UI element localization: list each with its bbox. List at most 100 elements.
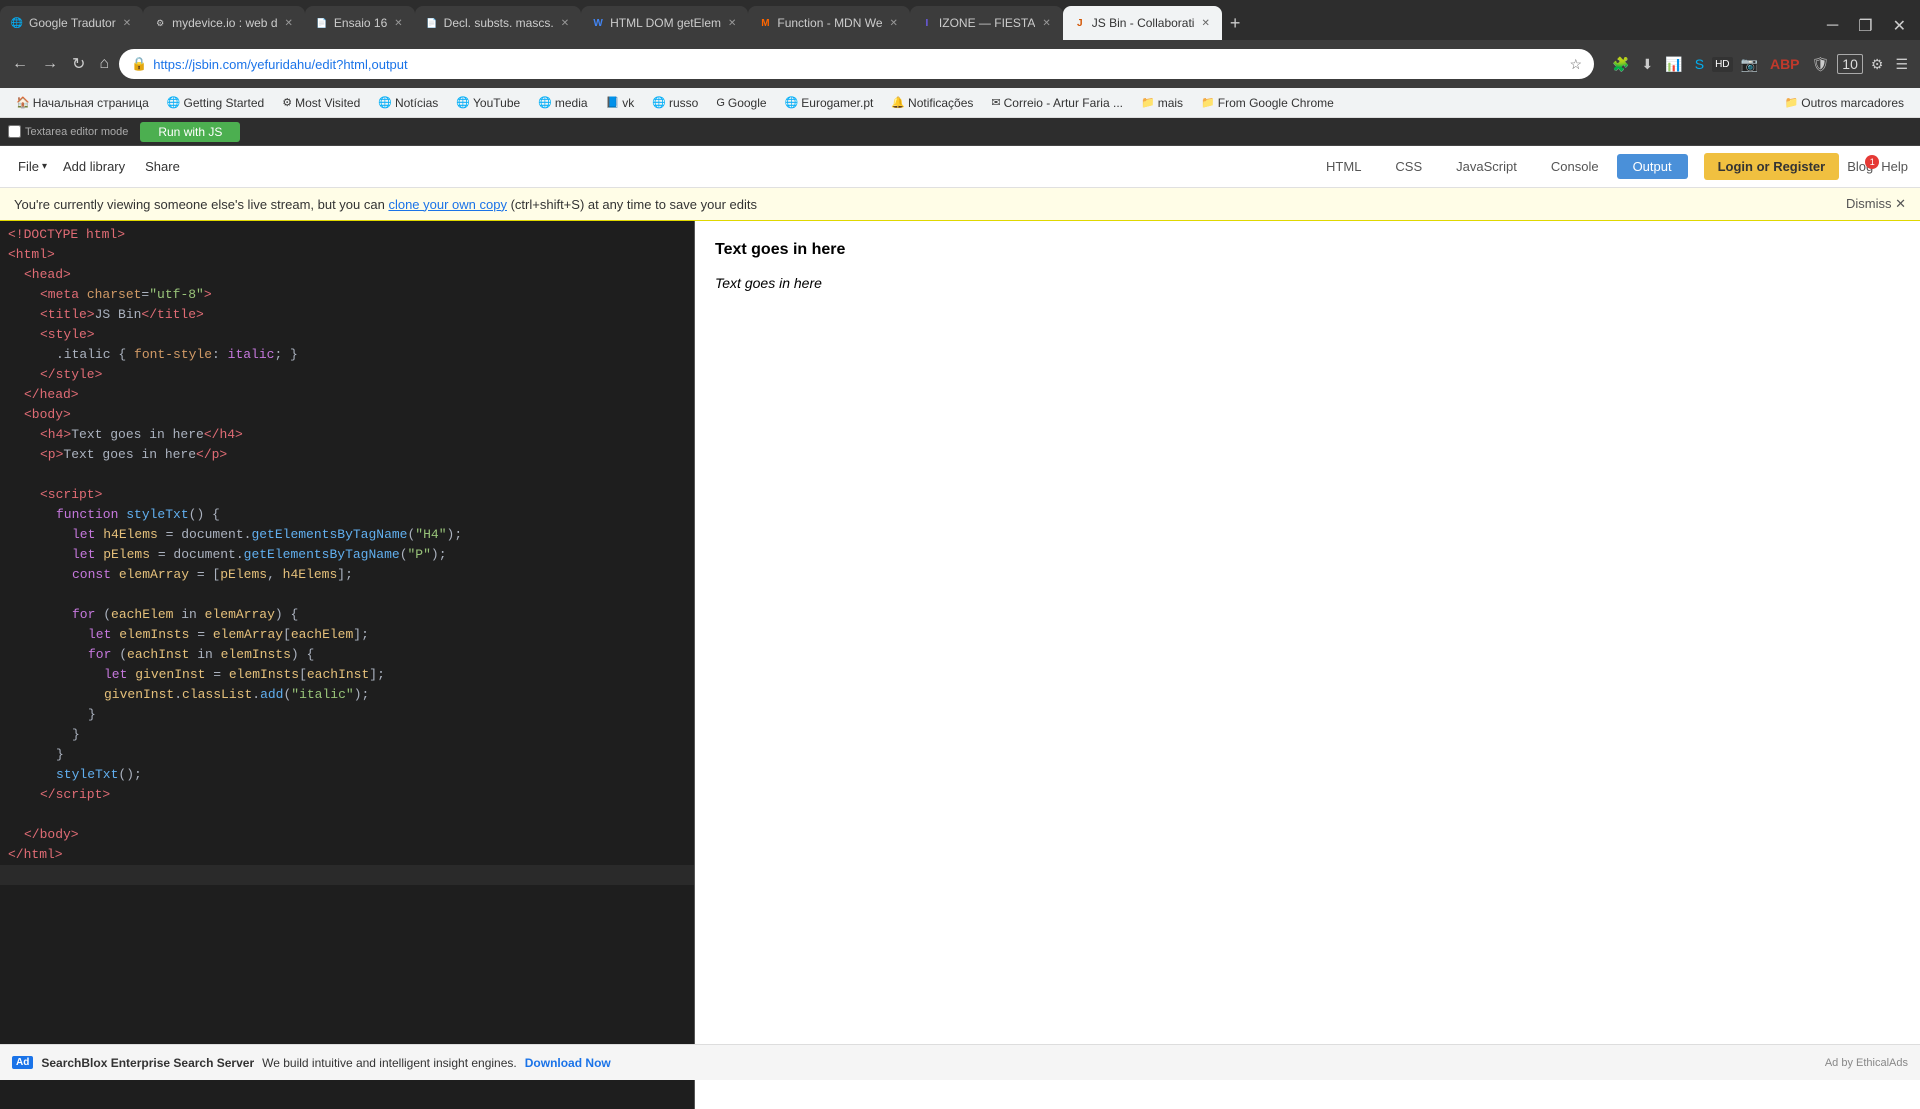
tab-close-2[interactable]: ✕ bbox=[283, 16, 295, 31]
dismiss-button[interactable]: Dismiss ✕ bbox=[1846, 196, 1906, 212]
bookmark-noticias[interactable]: 🌐 Notícias bbox=[370, 94, 446, 112]
bookmark-eurogamer-label: Eurogamer.pt bbox=[801, 96, 873, 110]
bookmark-media[interactable]: 🌐 media bbox=[530, 94, 595, 112]
forward-button[interactable]: → bbox=[38, 51, 62, 77]
close-window-button[interactable]: ✕ bbox=[1885, 12, 1914, 40]
window-controls: ─ ❐ ✕ bbox=[1819, 12, 1920, 40]
tab-close-6[interactable]: ✕ bbox=[888, 16, 900, 31]
tab-javascript[interactable]: JavaScript bbox=[1440, 154, 1533, 179]
tab-favicon-2: ⚙ bbox=[153, 16, 167, 30]
back-button[interactable]: ← bbox=[8, 51, 32, 77]
tab-izone[interactable]: I IZONE — FIESTA ✕ bbox=[910, 6, 1063, 40]
bookmark-noticias-label: Notícias bbox=[395, 96, 438, 110]
code-line-6: <style> bbox=[0, 325, 694, 345]
clone-link[interactable]: clone your own copy bbox=[388, 197, 507, 212]
bookmark-correio[interactable]: ✉ Correio - Artur Faria ... bbox=[983, 94, 1131, 112]
bookmark-google-label: Google bbox=[728, 96, 767, 110]
auth-buttons: Login or Register Blog 1 Help bbox=[1704, 153, 1908, 180]
counter-icon[interactable]: 10 bbox=[1837, 54, 1863, 74]
file-menu-button[interactable]: File ▾ bbox=[12, 155, 53, 178]
code-line-1: <!DOCTYPE html> bbox=[0, 225, 694, 245]
bookmark-notificacoes[interactable]: 🔔 Notificações bbox=[883, 94, 981, 112]
bookmark-youtube-label: YouTube bbox=[473, 96, 520, 110]
bookmark-getting-started[interactable]: 🌐 Getting Started bbox=[159, 94, 272, 112]
shield-icon[interactable]: 🛡 bbox=[1808, 52, 1834, 77]
stats-icon[interactable]: 📊 bbox=[1661, 52, 1686, 77]
code-line-10: <body> bbox=[0, 405, 694, 425]
bookmark-outros[interactable]: 📁 Outros marcadores bbox=[1777, 94, 1912, 112]
blog-button[interactable]: Blog 1 bbox=[1847, 159, 1873, 174]
bookmark-home-label: Начальная страница bbox=[33, 96, 149, 110]
code-line-5: <title>JS Bin</title> bbox=[0, 305, 694, 325]
bookmark-mais[interactable]: 📁 mais bbox=[1133, 94, 1191, 112]
getting-started-icon: 🌐 bbox=[167, 96, 181, 109]
russo-icon: 🌐 bbox=[652, 96, 666, 109]
tab-html[interactable]: HTML bbox=[1310, 154, 1377, 179]
code-line-20: for (eachElem in elemArray) { bbox=[0, 605, 694, 625]
ad-description: We build intuitive and intelligent insig… bbox=[262, 1056, 517, 1070]
bookmark-google[interactable]: G Google bbox=[708, 94, 774, 112]
new-tab-button[interactable]: + bbox=[1222, 6, 1249, 40]
textarea-editor-checkbox[interactable] bbox=[8, 125, 21, 138]
tab-function-mdn[interactable]: M Function - MDN We ✕ bbox=[748, 6, 910, 40]
tab-html-dom[interactable]: W HTML DOM getElem ✕ bbox=[581, 6, 748, 40]
notification-before: You're currently viewing someone else's … bbox=[14, 197, 388, 212]
download-icon[interactable]: ⬇ bbox=[1638, 52, 1658, 77]
star-icon[interactable]: ☆ bbox=[1570, 56, 1583, 73]
hd-icon[interactable]: HD bbox=[1712, 57, 1732, 72]
tab-jsbin[interactable]: J JS Bin - Collaborati ✕ bbox=[1063, 6, 1222, 40]
code-line-19 bbox=[0, 585, 694, 605]
code-line-21: let elemInsts = elemArray[eachElem]; bbox=[0, 625, 694, 645]
outros-icon: 📁 bbox=[1785, 96, 1799, 109]
extensions-icon[interactable]: 🧩 bbox=[1608, 52, 1633, 77]
bookmark-from-google-chrome[interactable]: 📁 From Google Chrome bbox=[1193, 94, 1342, 112]
add-library-button[interactable]: Add library bbox=[53, 155, 135, 178]
ad-download-link[interactable]: Download Now bbox=[525, 1056, 611, 1070]
tab-close-7[interactable]: ✕ bbox=[1040, 16, 1052, 31]
run-button[interactable]: Run with JS bbox=[140, 122, 240, 142]
google-icon: G bbox=[716, 97, 725, 109]
tab-output[interactable]: Output bbox=[1617, 154, 1688, 179]
minimize-button[interactable]: ─ bbox=[1819, 13, 1846, 39]
tab-close-4[interactable]: ✕ bbox=[559, 16, 571, 31]
file-label: File bbox=[18, 159, 39, 174]
bookmark-correio-label: Correio - Artur Faria ... bbox=[1004, 96, 1123, 110]
bookmark-eurogamer[interactable]: 🌐 Eurogamer.pt bbox=[777, 94, 882, 112]
tab-close-3[interactable]: ✕ bbox=[392, 16, 404, 31]
refresh-button[interactable]: ↻ bbox=[68, 50, 89, 78]
tab-google-tradutor[interactable]: 🌐 Google Tradutor ✕ bbox=[0, 6, 143, 40]
login-register-button[interactable]: Login or Register bbox=[1704, 153, 1840, 180]
jsbin-toolbar: File ▾ Add library Share HTML CSS JavaSc… bbox=[0, 146, 1920, 188]
bookmark-most-visited[interactable]: ⚙ Most Visited bbox=[274, 94, 368, 112]
restore-button[interactable]: ❐ bbox=[1850, 12, 1880, 40]
tab-label-2: mydevice.io : web d bbox=[172, 16, 277, 30]
url-text: https://jsbin.com/yefuridahu/edit?html,o… bbox=[153, 57, 1563, 72]
browser-chrome: 🌐 Google Tradutor ✕ ⚙ mydevice.io : web … bbox=[0, 0, 1920, 88]
home-button[interactable]: ⌂ bbox=[95, 51, 113, 77]
tab-close-1[interactable]: ✕ bbox=[121, 16, 133, 31]
address-bar[interactable]: 🔒 https://jsbin.com/yefuridahu/edit?html… bbox=[119, 49, 1594, 79]
code-editor[interactable]: <!DOCTYPE html> <html> <head> <meta char… bbox=[0, 221, 695, 1109]
skype-icon[interactable]: S bbox=[1691, 52, 1708, 76]
share-button[interactable]: Share bbox=[135, 155, 190, 178]
tab-decl[interactable]: 📄 Decl. substs. mascs. ✕ bbox=[415, 6, 581, 40]
output-h4: Text goes in here bbox=[715, 241, 1900, 259]
tab-mydevice[interactable]: ⚙ mydevice.io : web d ✕ bbox=[143, 6, 305, 40]
menu-icon[interactable]: ☰ bbox=[1891, 52, 1912, 77]
tab-close-8[interactable]: ✕ bbox=[1199, 16, 1211, 31]
help-button[interactable]: Help bbox=[1881, 159, 1908, 174]
bookmark-home[interactable]: 🏠 Начальная страница bbox=[8, 94, 157, 112]
bookmark-most-visited-label: Most Visited bbox=[295, 96, 360, 110]
bookmark-russo[interactable]: 🌐 russo bbox=[644, 94, 706, 112]
settings-icon[interactable]: ⚙ bbox=[1867, 52, 1888, 77]
code-line-18: const elemArray = [pElems, h4Elems]; bbox=[0, 565, 694, 585]
tab-ensaio[interactable]: 📄 Ensaio 16 ✕ bbox=[305, 6, 415, 40]
tab-console[interactable]: Console bbox=[1535, 154, 1615, 179]
adblock-icon[interactable]: ABP bbox=[1766, 52, 1804, 76]
camera-icon[interactable]: 📷 bbox=[1737, 52, 1762, 77]
bookmark-vk[interactable]: 📘 vk bbox=[598, 94, 643, 112]
tab-label-7: IZONE — FIESTA bbox=[939, 16, 1035, 30]
tab-close-5[interactable]: ✕ bbox=[726, 16, 738, 31]
bookmark-youtube[interactable]: 🌐 YouTube bbox=[448, 94, 528, 112]
tab-css[interactable]: CSS bbox=[1379, 154, 1438, 179]
